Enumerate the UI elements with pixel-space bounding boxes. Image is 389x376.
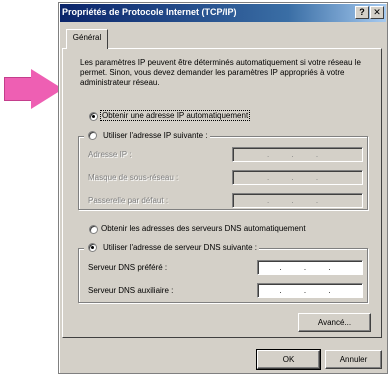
dns-manual-radio[interactable]: [88, 243, 97, 252]
ip-manual-radio[interactable]: [88, 131, 97, 140]
default-gateway-field[interactable]: . . .: [232, 193, 363, 208]
close-button[interactable]: ✕: [370, 6, 384, 19]
alternate-dns-label: Serveur DNS auxiliaire :: [88, 286, 174, 295]
preferred-dns-field[interactable]: . . .: [257, 260, 363, 275]
ip-auto-radio[interactable]: [89, 112, 98, 121]
cancel-button[interactable]: Annuler: [325, 350, 382, 369]
ip-address-label: Adresse IP :: [88, 150, 132, 159]
dns-manual-label[interactable]: Utiliser l'adresse de serveur DNS suivan…: [103, 243, 257, 252]
subnet-mask-label: Masque de sous-réseau :: [88, 173, 179, 182]
help-button[interactable]: ?: [355, 6, 369, 19]
ip-manual-legend: Utiliser l'adresse IP suivante :: [84, 130, 210, 142]
dns-auto-radio[interactable]: [89, 225, 98, 234]
title-bar: Propriétés de Protocole Internet (TCP/IP…: [60, 4, 386, 22]
intro-text: Les paramètres IP peuvent être déterminé…: [80, 58, 361, 87]
alternate-dns-field[interactable]: . . .: [257, 283, 363, 298]
subnet-mask-field[interactable]: . . .: [232, 170, 363, 185]
default-gateway-label: Passerelle par défaut :: [88, 196, 169, 205]
dns-manual-legend: Utiliser l'adresse de serveur DNS suivan…: [84, 242, 260, 254]
pointer-arrow-shaft: [4, 77, 32, 101]
ip-auto-label[interactable]: Obtenir une adresse IP automatiquement: [99, 110, 251, 121]
dns-auto-label[interactable]: Obtenir les adresses des serveurs DNS au…: [101, 224, 306, 233]
advanced-button[interactable]: Avancé...: [298, 313, 371, 332]
tab-general[interactable]: Général: [66, 29, 108, 49]
ok-button[interactable]: OK: [256, 349, 321, 370]
ip-manual-label[interactable]: Utiliser l'adresse IP suivante :: [103, 131, 208, 140]
preferred-dns-label: Serveur DNS préféré :: [88, 263, 168, 272]
ip-address-field[interactable]: . . .: [232, 147, 363, 162]
window-title: Propriétés de Protocole Internet (TCP/IP…: [62, 7, 237, 17]
